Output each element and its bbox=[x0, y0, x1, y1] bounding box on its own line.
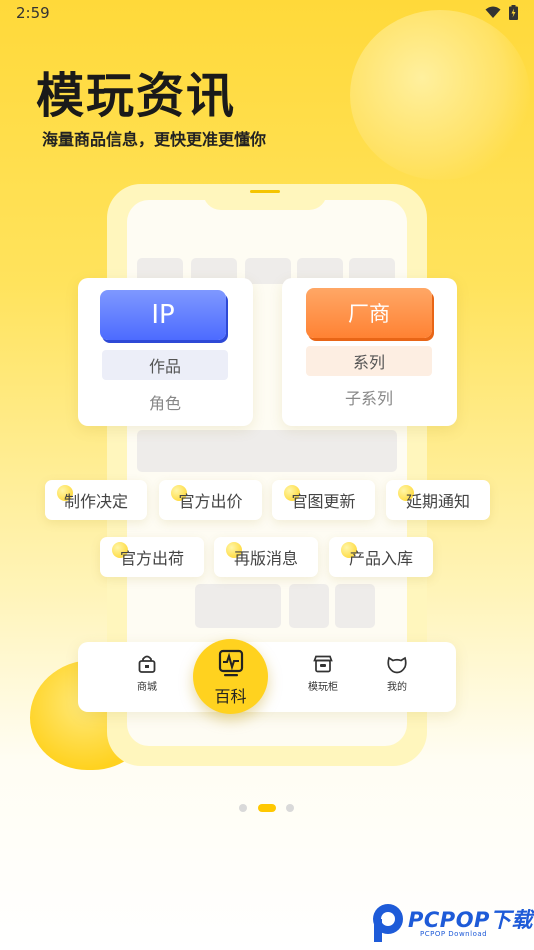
manufacturer-subseries-label: 子系列 bbox=[344, 389, 393, 408]
decorative-blob-top bbox=[350, 10, 530, 180]
manufacturer-card[interactable]: 厂商 系列 子系列 bbox=[282, 278, 457, 426]
placeholder-block bbox=[289, 584, 329, 628]
nav-item-mine[interactable]: 我的 bbox=[372, 654, 422, 693]
manufacturer-button[interactable]: 厂商 bbox=[306, 288, 432, 338]
nav-label: 我的 bbox=[387, 682, 407, 693]
wifi-icon bbox=[485, 6, 501, 18]
tag-official-image-update[interactable]: 官图更新 bbox=[272, 480, 375, 520]
page-dot[interactable] bbox=[239, 804, 247, 812]
nav-item-toy-cabinet[interactable]: 模玩柜 bbox=[298, 654, 348, 693]
cat-face-icon bbox=[387, 656, 407, 674]
pulse-chart-icon bbox=[218, 649, 243, 677]
ip-card[interactable]: IP 作品 角色 bbox=[78, 278, 253, 426]
speaker-bar bbox=[250, 190, 280, 193]
placeholder-block bbox=[137, 430, 397, 472]
nav-label: 商城 bbox=[137, 682, 157, 693]
bag-icon bbox=[138, 655, 156, 673]
status-time: 2:59 bbox=[16, 4, 50, 22]
placeholder-block bbox=[195, 584, 281, 628]
page-dot[interactable] bbox=[286, 804, 294, 812]
nav-label: 模玩柜 bbox=[308, 682, 338, 693]
tag-delay-notice[interactable]: 延期通知 bbox=[386, 480, 490, 520]
tag-reissue-news[interactable]: 再版消息 bbox=[214, 537, 318, 577]
manufacturer-series-label: 系列 bbox=[306, 346, 432, 376]
status-icons bbox=[485, 5, 518, 20]
nav-label: 百科 bbox=[214, 687, 247, 706]
cabinet-icon bbox=[313, 655, 333, 673]
watermark-logo-icon bbox=[373, 904, 403, 942]
phone-notch bbox=[203, 184, 327, 210]
ip-button[interactable]: IP bbox=[100, 290, 226, 340]
placeholder-block bbox=[335, 584, 375, 628]
page-dot-active[interactable] bbox=[258, 804, 276, 812]
page-subtitle: 海量商品信息，更快更准更懂你 bbox=[42, 130, 267, 149]
battery-icon bbox=[509, 5, 518, 20]
nav-item-encyclopedia[interactable]: 百科 bbox=[193, 639, 268, 714]
tag-official-shipping[interactable]: 官方出荷 bbox=[100, 537, 204, 577]
ip-characters-label: 角色 bbox=[148, 394, 181, 413]
watermark-subtext: PCPOP Download bbox=[420, 930, 488, 938]
page-title: 模玩资讯 bbox=[36, 68, 237, 124]
watermark: PCPOP下载 PCPOP Download bbox=[370, 900, 534, 946]
bottom-nav: 商城 百科 模玩柜 我的 bbox=[78, 639, 456, 714]
nav-item-mall[interactable]: 商城 bbox=[122, 654, 172, 693]
tag-product-in-stock[interactable]: 产品入库 bbox=[329, 537, 433, 577]
tag-production-decided[interactable]: 制作决定 bbox=[45, 480, 147, 520]
page-indicator bbox=[239, 803, 299, 813]
ip-works-label: 作品 bbox=[102, 350, 228, 380]
tag-official-price[interactable]: 官方出价 bbox=[159, 480, 262, 520]
